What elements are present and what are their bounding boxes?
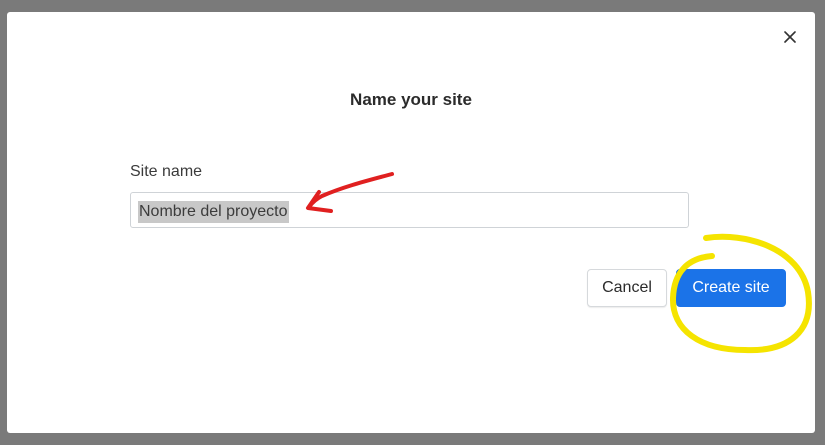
dialog-title: Name your site bbox=[350, 90, 472, 109]
site-name-label: Site name bbox=[130, 163, 203, 180]
site-name-value: Nombre del proyecto bbox=[138, 201, 289, 223]
site-name-input[interactable]: Nombre del proyecto bbox=[130, 192, 689, 228]
cancel-button[interactable]: Cancel bbox=[587, 269, 667, 307]
close-icon bbox=[784, 31, 796, 43]
create-site-button[interactable]: Create site bbox=[676, 269, 786, 307]
close-button[interactable] bbox=[779, 26, 801, 48]
name-site-dialog: Name your site Site name Nombre del proy… bbox=[7, 12, 815, 433]
